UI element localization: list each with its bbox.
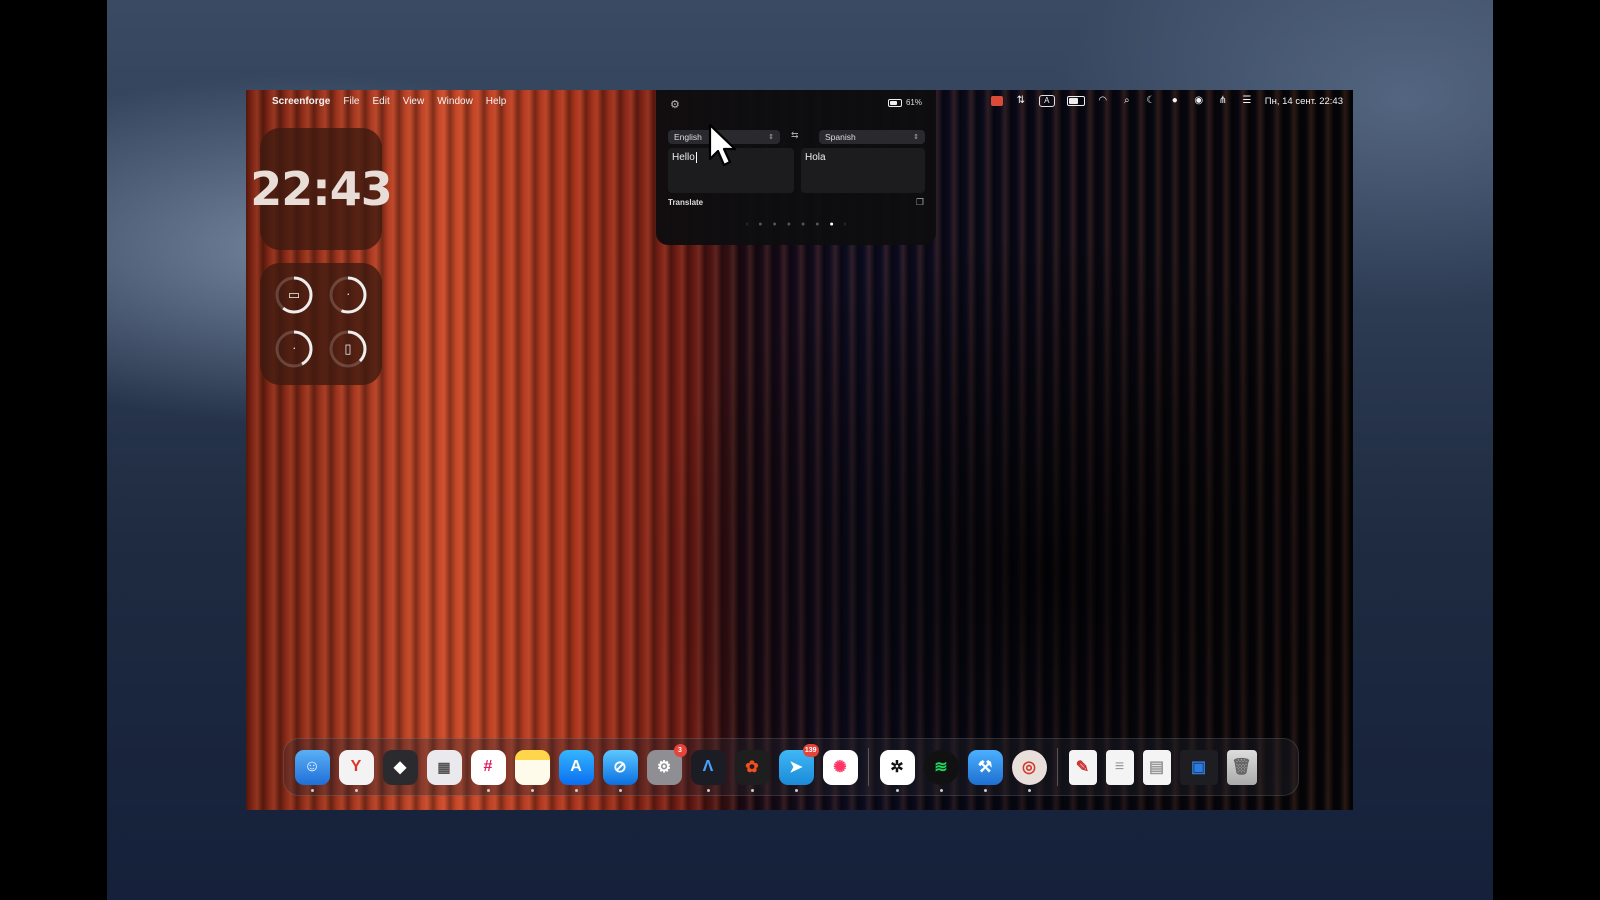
target-language-select[interactable]: Spanish ⇕ [819, 130, 925, 144]
cube-app-icon[interactable]: ◆ [382, 749, 418, 785]
running-indicator [486, 788, 490, 792]
preview-document-icon[interactable]: ✎ [1068, 749, 1097, 785]
page-dot-active[interactable]: ● [829, 221, 833, 228]
menu-bar: Screenforge File Edit View Window Help ⇅… [246, 90, 1353, 112]
document-icon[interactable]: ≡ [1105, 749, 1134, 785]
color-wheel-app-icon[interactable]: ✺ [822, 749, 858, 785]
menu-file[interactable]: File [343, 96, 359, 107]
laptop-icon: ▭ [287, 287, 301, 302]
menu-bar-status-area: ⇅ A ◠ ⌕ ☾ ● ◉ ⋔ ☰ Пн, 14 сент. 22:43 [990, 95, 1343, 107]
search-icon[interactable]: ⌕ [1121, 96, 1133, 106]
xcode-instruments-icon[interactable]: Λ [690, 749, 726, 792]
mouse-icon: ▯ [344, 341, 352, 356]
focus-moon-icon[interactable]: ☾ [1145, 96, 1157, 106]
battery-icon[interactable] [1066, 96, 1085, 106]
menu-app-name[interactable]: Screenforge [272, 96, 330, 107]
image-document-icon[interactable]: ▤ [1142, 749, 1171, 785]
page-dot[interactable]: › [844, 221, 846, 228]
trash-icon[interactable]: 🗑 [1226, 749, 1257, 785]
dock-separator [868, 748, 869, 786]
screen-recording-frame: Screenforge File Edit View Window Help ⇅… [246, 90, 1353, 810]
yandex-browser-icon[interactable]: Y [338, 749, 374, 792]
running-indicator [310, 788, 314, 792]
target-language-label: Spanish [825, 132, 856, 142]
airpod-right-battery-ring: ᐧ [274, 329, 314, 369]
screenshot-stack-icon[interactable]: ▣ [1179, 749, 1218, 785]
airpod-icon: ᐧ [346, 287, 350, 302]
input-source-icon[interactable]: A [1038, 95, 1055, 107]
running-indicator [794, 788, 798, 792]
menu-edit[interactable]: Edit [372, 96, 389, 107]
finder-icon[interactable]: ☺ [294, 749, 330, 792]
page-dot[interactable]: ● [773, 221, 777, 228]
dock: ☺ Y ◆ ▦ # A ⊘ ⚙ 3 Λ ✿ ➤ 139 ✺ ✲ ≋ ⚒ ◎ ✎ ≡ … [283, 738, 1299, 796]
xcode-icon[interactable]: ⚒ [967, 749, 1003, 792]
telegram-icon[interactable]: ➤ 139 [778, 743, 819, 792]
running-indicator [618, 788, 622, 792]
chevron-updown-icon: ⇕ [768, 134, 774, 141]
notes-icon[interactable] [514, 749, 550, 792]
notification-badge: 3 [673, 743, 687, 757]
mouse-cursor-icon [708, 123, 737, 167]
running-indicator [574, 788, 578, 792]
airpod-left-battery-ring: ᐧ [328, 275, 368, 315]
batteries-widget[interactable]: ▭ ᐧ ᐧ ▯ [260, 263, 382, 385]
copy-icon[interactable]: ❐ [916, 197, 924, 208]
running-indicator [750, 788, 754, 792]
menu-help[interactable]: Help [486, 96, 507, 107]
running-indicator [895, 788, 899, 792]
translate-label[interactable]: Translate [668, 198, 703, 207]
page-dot[interactable]: ● [815, 221, 819, 228]
safari-icon[interactable]: ⊘ [602, 749, 638, 792]
translated-text-output[interactable]: Hola [801, 148, 925, 193]
control-center-icon[interactable]: ☰ [1241, 96, 1253, 106]
transfer-icon[interactable]: ⇅ [1015, 96, 1027, 106]
running-indicator [530, 788, 534, 792]
menu-view[interactable]: View [403, 96, 425, 107]
chatgpt-icon[interactable]: ✲ [879, 749, 915, 792]
menu-window[interactable]: Window [437, 96, 473, 107]
page-dot[interactable]: ‹ [746, 221, 748, 228]
siri-icon[interactable]: ● [1169, 96, 1181, 106]
clock-widget[interactable]: 22:43 [250, 128, 393, 250]
swap-languages-icon[interactable]: ⇆ [791, 130, 799, 141]
page-dot[interactable]: ● [758, 221, 762, 228]
running-indicator [983, 788, 987, 792]
running-indicator [939, 788, 943, 792]
translate-popup: ⚙ 61% English ⇕ ⇆ Spanish ⇕ Hello Hola T… [656, 90, 936, 245]
page-dot[interactable]: ● [801, 221, 805, 228]
spotify-icon[interactable]: ≋ [923, 749, 959, 792]
wifi-icon[interactable]: ◠ [1097, 96, 1109, 106]
running-indicator [1027, 788, 1031, 792]
dock-separator [1057, 748, 1058, 786]
mouse-battery-ring: ▯ [328, 329, 368, 369]
text-caret [695, 152, 697, 163]
source-language-label: English [674, 132, 702, 142]
notification-badge: 139 [802, 743, 819, 757]
source-text: Hello [672, 152, 695, 163]
translated-text: Hola [805, 152, 826, 163]
laptop-battery-ring: ▭ [274, 275, 314, 315]
screen-record-icon[interactable]: ◉ [1193, 96, 1205, 106]
app-store-icon[interactable]: A [558, 749, 594, 792]
running-indicator [354, 788, 358, 792]
menu-bar-clock[interactable]: Пн, 14 сент. 22:43 [1265, 96, 1343, 107]
launchpad-icon[interactable]: ▦ [426, 749, 462, 785]
page-indicator: ‹ ● ● ● ● ● ● › [656, 221, 936, 228]
running-indicator [706, 788, 710, 792]
screen-recorder-icon[interactable]: ◎ [1011, 749, 1047, 792]
system-settings-icon[interactable]: ⚙ 3 [646, 743, 687, 785]
page-dot[interactable]: ● [787, 221, 791, 228]
clock-widget-time: 22:43 [250, 162, 392, 216]
screenforge-status-icon[interactable] [990, 96, 1003, 106]
airpod-icon: ᐧ [292, 341, 296, 356]
airpods-icon[interactable]: ⋔ [1217, 96, 1229, 106]
chevron-updown-icon: ⇕ [913, 134, 919, 141]
slack-icon[interactable]: # [470, 749, 506, 792]
figma-icon[interactable]: ✿ [734, 749, 770, 792]
